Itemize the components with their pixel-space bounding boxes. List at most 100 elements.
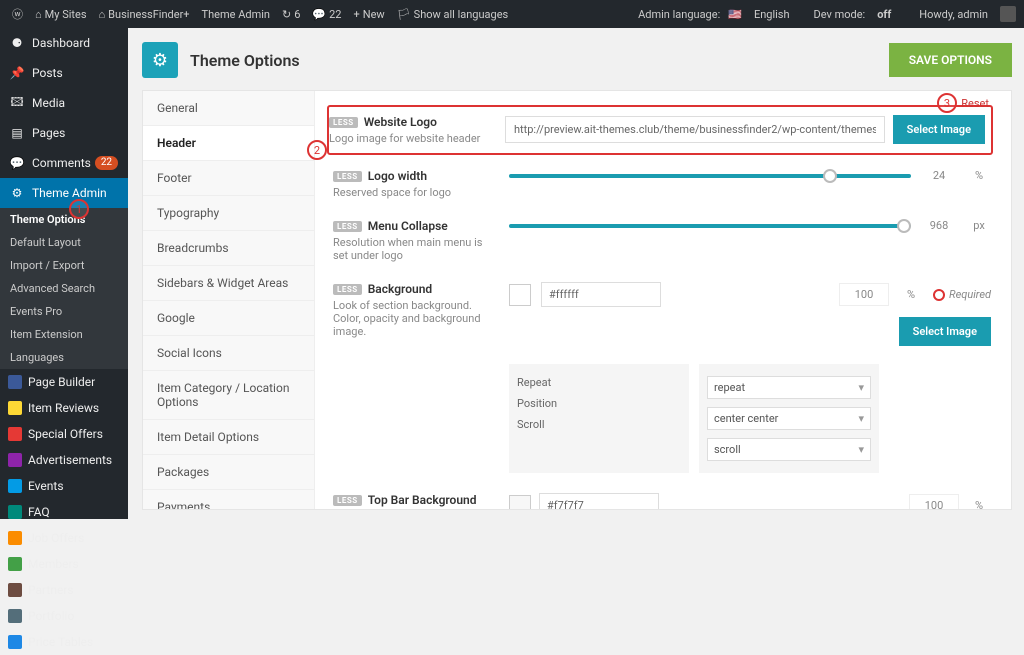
- admin-sidebar: ⚈Dashboard📌Posts🖾Media▤Pages💬Comments22 …: [0, 28, 128, 519]
- panel-nav: GeneralHeaderFooterTypographyBreadcrumbs…: [143, 91, 315, 509]
- color-icon: [8, 609, 22, 623]
- required-icon: [933, 289, 945, 301]
- sidebar-item[interactable]: Events: [0, 473, 128, 499]
- page-title: Theme Options: [190, 51, 300, 70]
- color-icon: [8, 635, 22, 649]
- color-icon: [8, 531, 22, 545]
- bg-select-image-button[interactable]: Select Image: [899, 317, 991, 346]
- sidebar-item-label: Theme Admin: [32, 186, 107, 200]
- bg-scroll-select[interactable]: scroll: [707, 438, 871, 461]
- sidebar-subitem[interactable]: Advanced Search: [0, 277, 128, 300]
- gear-icon: ⚙: [8, 184, 26, 202]
- color-icon: [8, 583, 22, 597]
- mysites-link[interactable]: ⌂ My Sites: [31, 8, 91, 21]
- sidebar-item[interactable]: 🖾Media: [0, 88, 128, 118]
- gears-icon: ⚙: [142, 42, 178, 78]
- callout-1: 1: [69, 199, 89, 219]
- panel-nav-item[interactable]: Footer: [143, 161, 314, 196]
- updates-link[interactable]: ↻ 6: [278, 8, 304, 21]
- topbar-bg-input[interactable]: [539, 493, 659, 509]
- wp-logo[interactable]: ⓦ: [8, 6, 27, 22]
- bg-color-swatch[interactable]: [509, 284, 531, 306]
- option-topbar-bg: LESSTop Bar Background %: [333, 483, 991, 509]
- option-background: LESSBackground Look of section backgroun…: [333, 272, 991, 483]
- color-icon: [8, 479, 22, 493]
- sidebar-item[interactable]: Members: [0, 551, 128, 577]
- flag-icon: 🇺🇸: [728, 8, 742, 21]
- sidebar-item-themeadmin[interactable]: ⚙ Theme Admin: [0, 178, 128, 208]
- sidebar-item[interactable]: Portfolio: [0, 603, 128, 629]
- panel-nav-item[interactable]: Breadcrumbs: [143, 231, 314, 266]
- panel-nav-item[interactable]: Typography: [143, 196, 314, 231]
- sidebar-item[interactable]: Job Offers: [0, 525, 128, 551]
- options-panel: GeneralHeaderFooterTypographyBreadcrumbs…: [142, 90, 1012, 510]
- howdy-link[interactable]: Howdy, admin: [915, 8, 992, 21]
- devmode-toggle[interactable]: off: [873, 8, 895, 21]
- sidebar-item[interactable]: Special Offers: [0, 421, 128, 447]
- content-area: ⚙ Theme Options SAVE OPTIONS GeneralHead…: [128, 28, 1024, 519]
- themeadmin-link[interactable]: Theme Admin: [198, 8, 274, 21]
- panel-body: Reset 3 LESSWebsite Logo Logo image for …: [315, 91, 1011, 509]
- reset-link[interactable]: Reset: [961, 97, 989, 110]
- sidebar-item[interactable]: FAQ: [0, 499, 128, 525]
- callout-3: 3: [937, 93, 957, 113]
- admin-lang-label: Admin language:: [638, 8, 720, 21]
- sidebar-item[interactable]: ▤Pages: [0, 118, 128, 148]
- panel-nav-item[interactable]: Item Category / Location Options: [143, 371, 314, 420]
- option-menu-collapse: LESSMenu Collapse Resolution when main m…: [333, 209, 991, 272]
- less-tag: LESS: [329, 117, 358, 128]
- color-icon: [8, 505, 22, 519]
- devmode-label: Dev mode:: [814, 8, 866, 21]
- comments-link[interactable]: 💬 22: [308, 8, 345, 21]
- panel-nav-item[interactable]: Header: [143, 126, 314, 161]
- color-icon: [8, 375, 22, 389]
- panel-nav-item[interactable]: Packages: [143, 455, 314, 490]
- bg-position-select[interactable]: center center: [707, 407, 871, 430]
- avatar-icon[interactable]: [1000, 6, 1016, 22]
- admin-lang-value[interactable]: English: [750, 8, 794, 21]
- select-image-button[interactable]: Select Image: [893, 115, 985, 144]
- sidebar-subitem[interactable]: Theme Options: [0, 208, 128, 231]
- sidebar-item[interactable]: ⚈Dashboard: [0, 28, 128, 58]
- bg-opacity-input[interactable]: [839, 283, 889, 306]
- panel-nav-item[interactable]: General: [143, 91, 314, 126]
- admin-topbar: ⓦ ⌂ My Sites ⌂ BusinessFinder+ Theme Adm…: [0, 0, 1024, 28]
- color-icon: [8, 557, 22, 571]
- panel-nav-item[interactable]: Sidebars & Widget Areas: [143, 266, 314, 301]
- callout-2: 2: [307, 140, 327, 160]
- topbar-bg-swatch[interactable]: [509, 495, 531, 510]
- color-icon: [8, 427, 22, 441]
- menu-collapse-slider[interactable]: [509, 224, 911, 228]
- panel-nav-item[interactable]: Google: [143, 301, 314, 336]
- option-website-logo: LESSWebsite Logo Logo image for website …: [327, 105, 993, 155]
- sidebar-subitem[interactable]: Item Extension: [0, 323, 128, 346]
- panel-nav-item[interactable]: Payments: [143, 490, 314, 509]
- color-icon: [8, 453, 22, 467]
- panel-nav-item[interactable]: Item Detail Options: [143, 420, 314, 455]
- option-logo-width: LESSLogo width Reserved space for logo 2…: [333, 159, 991, 209]
- save-options-button[interactable]: SAVE OPTIONS: [889, 43, 1012, 77]
- site-link[interactable]: ⌂ BusinessFinder+: [95, 8, 194, 21]
- languages-link[interactable]: 🏳 Show all languages: [393, 8, 513, 21]
- logo-width-slider[interactable]: [509, 174, 911, 178]
- sidebar-item[interactable]: Item Reviews: [0, 395, 128, 421]
- sidebar-subitem[interactable]: Default Layout: [0, 231, 128, 254]
- logo-url-input[interactable]: [505, 116, 885, 143]
- bg-repeat-select[interactable]: repeat: [707, 376, 871, 399]
- sidebar-subitem[interactable]: Import / Export: [0, 254, 128, 277]
- topbar-bg-opacity[interactable]: [909, 494, 959, 509]
- sidebar-item[interactable]: Page Builder: [0, 369, 128, 395]
- sidebar-item[interactable]: Advertisements: [0, 447, 128, 473]
- sidebar-subitem[interactable]: Languages: [0, 346, 128, 369]
- bg-color-input[interactable]: [541, 282, 661, 307]
- sidebar-subitem[interactable]: Events Pro: [0, 300, 128, 323]
- panel-nav-item[interactable]: Social Icons: [143, 336, 314, 371]
- color-icon: [8, 401, 22, 415]
- new-link[interactable]: + New: [349, 8, 388, 21]
- sidebar-item[interactable]: Price Tables: [0, 629, 128, 655]
- required-indicator: Required: [933, 288, 991, 301]
- logo-width-value: 24: [919, 169, 959, 182]
- sidebar-item[interactable]: 📌Posts: [0, 58, 128, 88]
- sidebar-item[interactable]: 💬Comments22: [0, 148, 128, 178]
- sidebar-item[interactable]: Partners: [0, 577, 128, 603]
